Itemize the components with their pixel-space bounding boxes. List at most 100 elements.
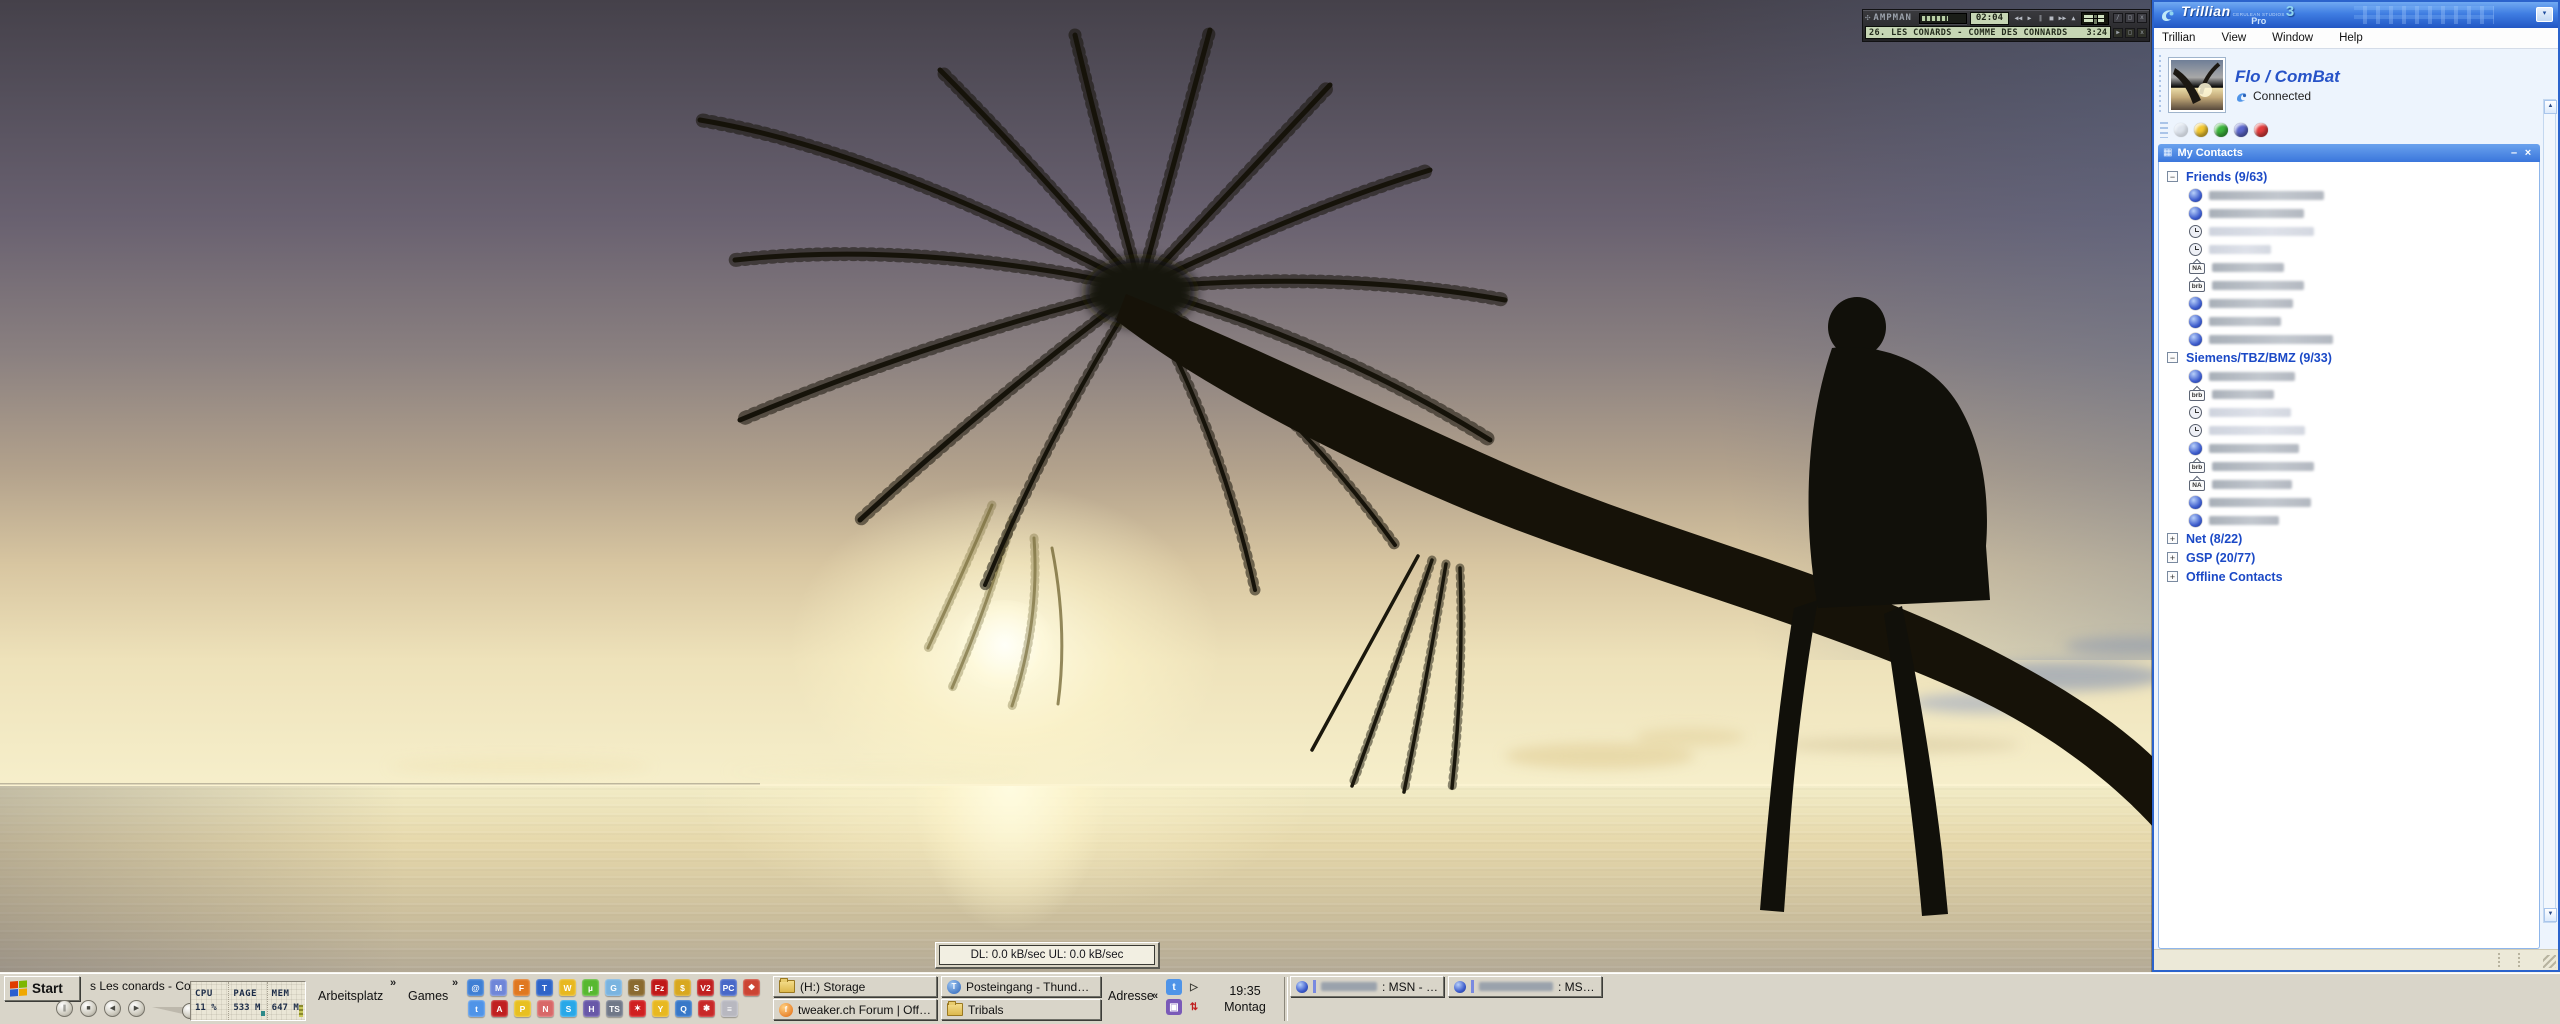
- resize-grip[interactable]: [2543, 955, 2556, 968]
- taskbar-button-tribals[interactable]: Tribals: [941, 999, 1101, 1020]
- contact-row[interactable]: NA: [2167, 258, 2535, 276]
- away-status-orb[interactable]: [2194, 123, 2208, 137]
- video-app-icon[interactable]: V2: [697, 979, 714, 996]
- contact-row[interactable]: [2167, 186, 2535, 204]
- gear-app-icon[interactable]: ✱: [698, 1000, 715, 1017]
- thunderbird-icon[interactable]: T: [536, 979, 553, 996]
- star-app-icon[interactable]: ✶: [629, 1000, 646, 1017]
- contact-row[interactable]: [2167, 312, 2535, 330]
- pause-button[interactable]: ∥: [56, 1000, 73, 1017]
- mail-app-icon[interactable]: @: [467, 979, 484, 996]
- rollup-button[interactable]: ▾: [2536, 7, 2553, 22]
- group-toggle-icon[interactable]: +: [2167, 533, 2178, 544]
- menu-trillian[interactable]: Trillian: [2162, 32, 2195, 44]
- contact-row[interactable]: [2167, 222, 2535, 240]
- display-windows-icon[interactable]: ❖: [743, 979, 760, 996]
- contact-row[interactable]: brb: [2167, 457, 2535, 475]
- contact-group-header[interactable]: +Net (8/22): [2167, 529, 2535, 548]
- utorrent-icon[interactable]: µ: [582, 979, 599, 996]
- play-track-button[interactable]: ▶: [2113, 28, 2123, 38]
- ampman-player-window[interactable]: ✣ AMPMAN 02:04 ◀◀▶∥■▶▶▲ /□x 26. LES CONA…: [1862, 9, 2150, 42]
- shade-button[interactable]: /: [2113, 13, 2123, 23]
- contact-row[interactable]: [2167, 204, 2535, 222]
- contact-row[interactable]: [2167, 330, 2535, 348]
- netspeed-overlay[interactable]: DL: 0.0 kB/sec UL: 0.0 kB/sec: [935, 942, 1160, 969]
- menu-window[interactable]: Window: [2272, 32, 2313, 44]
- headphones-app-icon[interactable]: H: [583, 1000, 600, 1017]
- playlist-button[interactable]: □: [2125, 28, 2135, 38]
- trillian-icon[interactable]: t: [468, 1000, 485, 1017]
- close-button[interactable]: x: [2137, 13, 2147, 23]
- toolbar-games[interactable]: Games: [408, 989, 448, 1003]
- chevron-more-icon[interactable]: »: [390, 977, 396, 989]
- group-toggle-icon[interactable]: −: [2167, 352, 2178, 363]
- contact-row[interactable]: brb: [2167, 276, 2535, 294]
- play-tray-icon[interactable]: ▷: [1186, 979, 1202, 995]
- contact-group-header[interactable]: −Friends (9/63): [2167, 167, 2535, 186]
- close-track-button[interactable]: x: [2137, 28, 2147, 38]
- taskbar-button-msn-chat-2[interactable]: : MSN - ...: [1448, 976, 1602, 997]
- offline-status-orb[interactable]: [2174, 123, 2188, 137]
- seek-slider[interactable]: [1919, 13, 1967, 24]
- contact-row[interactable]: [2167, 367, 2535, 385]
- drag-grip[interactable]: [2158, 55, 2163, 115]
- contact-row[interactable]: [2167, 294, 2535, 312]
- contact-group-header[interactable]: +GSP (20/77): [2167, 548, 2535, 567]
- contact-list-titlebar[interactable]: ▦ My Contacts – ×: [2158, 144, 2540, 162]
- drag-grip[interactable]: [2160, 122, 2168, 138]
- contact-row[interactable]: [2167, 511, 2535, 529]
- remote-pc-icon[interactable]: PC: [720, 979, 737, 996]
- chevron-more-icon[interactable]: »: [452, 977, 458, 989]
- winamp-icon[interactable]: W: [559, 979, 576, 996]
- contact-row[interactable]: NA: [2167, 475, 2535, 493]
- contact-group-header[interactable]: −Siemens/TBZ/BMZ (9/33): [2167, 348, 2535, 367]
- group-toggle-icon[interactable]: +: [2167, 552, 2178, 563]
- group-toggle-icon[interactable]: +: [2167, 571, 2178, 582]
- updown-arrows-tray-icon[interactable]: ⇅: [1186, 999, 1202, 1015]
- busy-status-orb[interactable]: [2254, 123, 2268, 137]
- avatar[interactable]: [2169, 58, 2225, 112]
- scroll-down-button[interactable]: ▼: [2544, 908, 2557, 922]
- contact-list-scrollbar[interactable]: ▲ ▼: [2543, 99, 2556, 923]
- skype-icon[interactable]: S: [560, 1000, 577, 1017]
- contact-row[interactable]: [2167, 493, 2535, 511]
- globe-app-icon[interactable]: G: [605, 979, 622, 996]
- group-toggle-icon[interactable]: −: [2167, 171, 2178, 182]
- teamspeak-icon[interactable]: TS: [606, 1000, 623, 1017]
- toolbar-arbeitsplatz[interactable]: Arbeitsplatz: [318, 989, 383, 1003]
- contact-row[interactable]: [2167, 240, 2535, 258]
- firefox-icon[interactable]: F: [513, 979, 530, 996]
- chevron-less-icon[interactable]: «: [1152, 990, 1158, 1002]
- gold-app-icon[interactable]: $: [674, 979, 691, 996]
- scroll-up-button[interactable]: ▲: [2544, 100, 2557, 114]
- trillian-tray-icon[interactable]: t: [1166, 979, 1182, 995]
- contact-row[interactable]: [2167, 403, 2535, 421]
- invisible-status-orb[interactable]: [2234, 123, 2248, 137]
- contact-row[interactable]: [2167, 421, 2535, 439]
- online-status-orb[interactable]: [2214, 123, 2228, 137]
- close-button[interactable]: ×: [2521, 146, 2535, 160]
- game-app-icon[interactable]: P: [514, 1000, 531, 1017]
- contact-row[interactable]: brb: [2167, 385, 2535, 403]
- play-button[interactable]: ▶: [2025, 13, 2034, 23]
- share-app-icon[interactable]: Y: [652, 1000, 669, 1017]
- pause-button[interactable]: ∥: [2036, 13, 2045, 23]
- start-button[interactable]: Start: [4, 976, 80, 1001]
- remote-pc-tray-icon[interactable]: ▣: [1166, 999, 1182, 1015]
- minimize-button[interactable]: □: [2125, 13, 2135, 23]
- notes-app-icon[interactable]: N: [537, 1000, 554, 1017]
- acdsee-icon[interactable]: A: [491, 1000, 508, 1017]
- next-button[interactable]: ▶: [128, 1000, 145, 1017]
- trillian-titlebar[interactable]: Trillian CERULEAN STUDIOS Pro 3 ▾: [2154, 2, 2558, 28]
- taskbar-button-thunderbird[interactable]: T Posteingang - Thunderbird: [941, 976, 1101, 997]
- contact-row[interactable]: [2167, 439, 2535, 457]
- taskbar-button-storage[interactable]: (H:) Storage: [773, 976, 937, 997]
- taskbar-button-msn-chat-1[interactable]: : MSN - dr_c...: [1290, 976, 1444, 997]
- next-button[interactable]: ▶▶: [2058, 13, 2067, 23]
- contact-group-header[interactable]: +Offline Contacts: [2167, 567, 2535, 586]
- notepad-icon[interactable]: ≡: [721, 1000, 738, 1017]
- messenger-app-icon[interactable]: M: [490, 979, 507, 996]
- volume-sliders[interactable]: [2081, 12, 2109, 25]
- statue-app-icon[interactable]: S: [628, 979, 645, 996]
- minimize-button[interactable]: –: [2507, 146, 2521, 160]
